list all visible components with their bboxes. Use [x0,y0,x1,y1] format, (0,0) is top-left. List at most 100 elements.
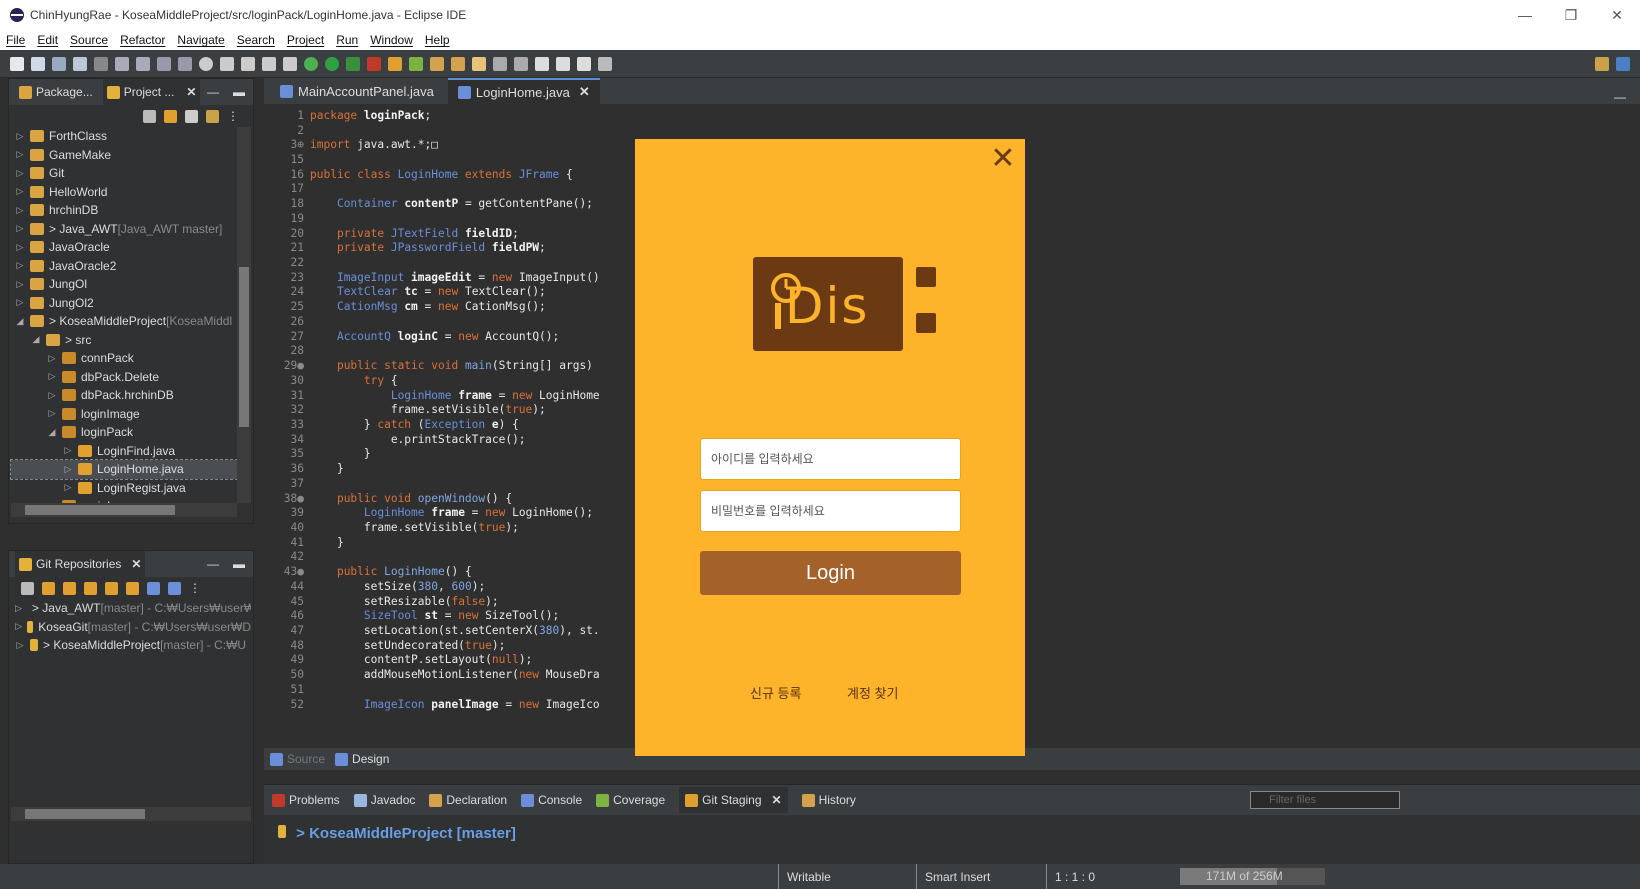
git-repo-item[interactable]: ▷ > Java_AWT [master] - C:₩Users₩user₩ [11,599,251,618]
twisty-icon[interactable]: ▷ [15,242,25,253]
shape-rect-icon[interactable] [262,56,276,71]
twisty-icon[interactable]: ▷ [15,223,25,234]
tree-item[interactable]: ▷ LoginFind.java [11,442,237,461]
menu-project[interactable]: Project [287,33,324,47]
pen-icon[interactable] [472,56,486,71]
twisty-icon[interactable]: ◢ [15,316,25,327]
menu-search[interactable]: Search [237,33,275,47]
maximize-view-icon[interactable]: ▬ [233,557,245,571]
next-annotation-icon[interactable] [493,56,507,71]
tree-item[interactable]: ◢ loginPack [11,423,237,442]
shape-diamond-icon[interactable] [220,56,234,71]
filter-files-input[interactable]: Filter files [1250,791,1400,809]
menu-window[interactable]: Window [370,33,413,47]
tree-item[interactable]: ▷ dbPack.Delete [11,368,237,387]
new-class-icon[interactable] [409,56,423,71]
twisty-icon[interactable]: ▷ [63,482,73,493]
explorer-scroll-thumb[interactable] [239,267,249,427]
twisty-icon[interactable]: ▷ [47,408,57,419]
login-button[interactable]: Login [700,551,961,595]
run-icon[interactable] [325,56,339,71]
restore-button[interactable]: ❐ [1548,0,1594,30]
twisty-icon[interactable]: ▷ [15,297,25,308]
password-input[interactable]: 비밀번호를 입력하세요 [700,490,961,532]
register-link[interactable]: 신규 등록 [750,683,801,702]
twisty-icon[interactable]: ▷ [47,371,57,382]
git-repo-item[interactable]: ▷ > KoseaMiddleProject [master] - C:₩U [11,636,251,655]
new-java-icon[interactable] [31,56,45,71]
tab-javadoc[interactable]: Javadoc [353,793,415,807]
shape-circle-icon[interactable] [199,56,213,71]
menu-run[interactable]: Run [336,33,358,47]
id-input[interactable]: 아이디를 입력하세요 [700,438,961,480]
connector-icon[interactable] [283,56,297,71]
tab-login-home[interactable]: LoginHome.java ✕ [447,78,600,104]
link-editor-icon[interactable] [105,581,118,595]
tab-coverage[interactable]: Coverage [596,793,665,807]
tab-console[interactable]: Console [521,793,582,807]
create-repo-icon[interactable] [84,581,97,595]
open-folder-icon[interactable] [430,56,444,71]
close-icon[interactable]: ✕ [131,557,141,571]
git-horizontal-scrollbar[interactable] [11,807,251,821]
minimize-view-icon[interactable]: — [207,557,219,571]
tree-item[interactable]: ▷ JungOl2 [11,294,237,313]
close-window-button[interactable]: ✕ [1594,0,1640,30]
twisty-icon[interactable]: ▷ [47,353,57,364]
twisty-icon[interactable]: ▷ [15,621,22,632]
tree-item[interactable]: ▷ JungOl [11,275,237,294]
show-whitespace-icon[interactable] [178,56,192,71]
back-history-icon[interactable] [556,56,570,71]
tab-history[interactable]: History [801,793,856,807]
twisty-icon[interactable]: ▷ [63,445,73,456]
search-icon[interactable] [1574,57,1588,71]
back-icon[interactable] [535,56,549,71]
tree-item[interactable]: ▷ hrchinDB [11,201,237,220]
link-editor-icon[interactable] [164,109,177,123]
tree-item[interactable]: ▷ dbPack.hrchinDB [11,386,237,405]
filter-icon[interactable] [185,109,198,123]
external-tools-icon[interactable] [367,56,381,71]
close-icon[interactable]: ✕ [186,85,196,99]
twisty-icon[interactable]: ▷ [15,603,22,614]
tree-item[interactable]: ▷ JavaOracle [11,238,237,257]
tab-main-account-panel[interactable]: MainAccountPanel.java [270,78,444,104]
twisty-icon[interactable]: ▷ [63,464,73,475]
menu-edit[interactable]: Edit [37,33,58,47]
explorer-hscroll-thumb[interactable] [25,505,175,515]
tree-item[interactable]: ▷ Git [11,164,237,183]
debug-icon[interactable] [304,56,318,71]
open-perspective-icon[interactable] [1595,56,1609,71]
forward-icon[interactable] [577,56,591,71]
tab-source[interactable]: Source [270,752,325,766]
login-close-button[interactable]: ✕ [990,144,1016,174]
minimize-view-icon[interactable]: — [207,85,219,99]
skip-breakpoints-icon[interactable] [94,56,108,71]
twisty-icon[interactable]: ◢ [31,334,41,345]
tree-item[interactable]: ▷ connPack [11,349,237,368]
garbage-collect-icon[interactable] [1316,870,1329,883]
twisty-icon[interactable]: ▷ [15,640,25,651]
focus-icon[interactable] [206,109,219,123]
tab-design[interactable]: Design [335,752,389,766]
new-package-icon[interactable] [388,56,402,71]
add-repo-icon[interactable] [42,581,55,595]
java-perspective-icon[interactable] [1616,56,1630,71]
tree-item[interactable]: ▷ JavaOracle2 [11,257,237,276]
hierarchical-icon[interactable] [147,581,160,595]
tree-item[interactable]: ▷ HelloWorld [11,183,237,202]
menu-refactor[interactable]: Refactor [120,33,165,47]
twisty-icon[interactable]: ▷ [47,390,57,401]
save-icon[interactable] [52,56,66,71]
new-icon[interactable] [10,56,24,71]
collapse-all-icon[interactable] [21,581,34,595]
tree-item[interactable]: ▷ LoginHome.java [10,459,238,480]
twisty-icon[interactable]: ▷ [15,205,25,216]
prev-annotation-icon[interactable] [514,56,528,71]
menu-help[interactable]: Help [425,33,450,47]
tab-package-explorer[interactable]: Package... [15,79,97,105]
twisty-icon[interactable]: ▷ [15,186,25,197]
toggle-mark-icon[interactable] [157,56,171,71]
twisty-icon[interactable]: ▷ [15,131,25,142]
twisty-icon[interactable]: ▷ [15,149,25,160]
